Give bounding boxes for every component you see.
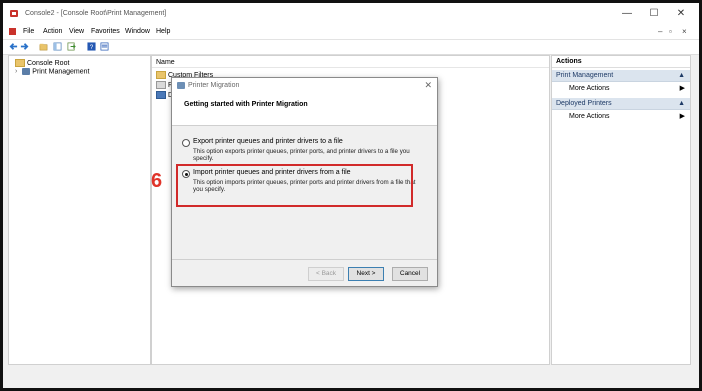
printers-icon: [156, 81, 166, 89]
back-button[interactable]: < Back: [308, 267, 344, 281]
actions-section-print-management[interactable]: Print Management ▲: [552, 70, 690, 82]
dialog-close-button[interactable]: ✕: [424, 80, 432, 91]
help-icon[interactable]: ?: [87, 42, 96, 51]
mdi-restore-button[interactable]: ▫: [669, 27, 672, 36]
menu-favorites[interactable]: Favorites: [91, 28, 120, 35]
actions-section-deployed-printers[interactable]: Deployed Printers ▲: [552, 98, 690, 110]
dialog-header: Getting started with Printer Migration: [172, 94, 437, 126]
title-bar: Console2 - [Console Root\Print Managemen…: [3, 3, 699, 25]
svg-text:?: ?: [90, 44, 94, 51]
minimize-button[interactable]: —: [613, 7, 641, 21]
export-option-label[interactable]: Export printer queues and printer driver…: [193, 138, 343, 145]
menu-bar: File Action View Favorites Window Help –…: [3, 25, 699, 40]
status-bar: [3, 365, 699, 388]
dialog-title-bar: Printer Migration ✕: [172, 78, 437, 94]
action-more-actions[interactable]: More Actions ▶: [569, 83, 690, 94]
actions-header: Actions: [552, 56, 690, 68]
mdi-minimize-button[interactable]: –: [658, 27, 662, 36]
expand-chevron-icon[interactable]: ›: [15, 68, 17, 75]
toolbar: ?: [3, 40, 699, 55]
tree-item-console-root[interactable]: Console Root: [15, 59, 69, 67]
menu-help[interactable]: Help: [156, 28, 170, 35]
cancel-button[interactable]: Cancel: [392, 267, 428, 281]
collapse-caret-icon[interactable]: ▲: [678, 98, 685, 109]
dialog-separator: [172, 259, 437, 260]
console-tree: Console Root › Print Management: [8, 55, 151, 365]
tree-item-label: Print Management: [32, 68, 90, 76]
menu-view[interactable]: View: [69, 28, 84, 35]
printer-migration-icon: [177, 82, 185, 89]
mmc-app-icon: [10, 10, 18, 17]
menu-window[interactable]: Window: [125, 28, 150, 35]
window-title: Console2 - [Console Root\Print Managemen…: [25, 10, 167, 17]
action-more-actions[interactable]: More Actions ▶: [569, 111, 690, 122]
folder-icon: [15, 59, 25, 67]
system-menu-icon[interactable]: [9, 28, 16, 35]
dialog-heading: Getting started with Printer Migration: [184, 101, 308, 108]
menu-file[interactable]: File: [23, 28, 34, 35]
maximize-button[interactable]: ☐: [640, 7, 668, 21]
dialog-title: Printer Migration: [188, 82, 240, 89]
close-button[interactable]: ✕: [667, 7, 695, 21]
export-radio[interactable]: [182, 139, 190, 147]
properties-icon[interactable]: [100, 42, 109, 51]
deployed-printers-icon: [156, 91, 166, 99]
step-highlight-box: [176, 164, 413, 207]
actions-pane: Actions Print Management ▲ More Actions …: [551, 55, 691, 365]
tree-item-print-management[interactable]: › Print Management: [15, 68, 90, 75]
show-hide-tree-icon[interactable]: [53, 42, 62, 51]
column-header-name[interactable]: Name: [152, 56, 549, 68]
export-option-description: This option exports printer queues, prin…: [193, 148, 410, 162]
forward-arrow-icon[interactable]: [20, 42, 29, 51]
folder-icon: [156, 71, 166, 79]
export-list-icon[interactable]: [67, 42, 76, 51]
next-button[interactable]: Next >: [348, 267, 384, 281]
submenu-arrow-icon: ▶: [679, 85, 685, 92]
tree-item-label: Console Root: [27, 59, 70, 67]
collapse-caret-icon[interactable]: ▲: [678, 70, 685, 81]
printer-icon: [22, 68, 31, 75]
folder-up-icon[interactable]: [39, 42, 48, 51]
back-arrow-icon[interactable]: [9, 42, 18, 51]
step-number: 6: [151, 170, 163, 192]
menu-action[interactable]: Action: [43, 28, 62, 35]
submenu-arrow-icon: ▶: [679, 113, 685, 120]
mdi-close-button[interactable]: ×: [682, 27, 687, 36]
